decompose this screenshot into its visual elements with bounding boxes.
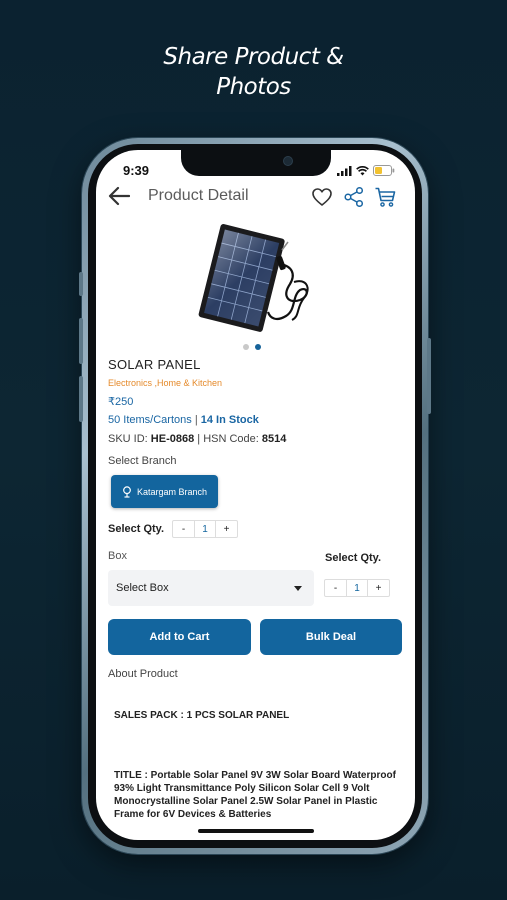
qty-value[interactable]: 1 [194, 521, 216, 537]
page-title: Product Detail [148, 187, 249, 204]
bulk-deal-button[interactable]: Bulk Deal [260, 619, 402, 655]
sku-value: HE-0868 [150, 433, 195, 445]
status-time: 9:39 [123, 163, 150, 178]
product-price: ₹250 [108, 396, 134, 408]
box-quantity-stepper: - 1 + [324, 579, 390, 597]
location-pin-icon [123, 485, 131, 498]
product-category: Electronics ,Home & Kitchen [108, 378, 223, 388]
home-indicator [198, 829, 314, 833]
mute-switch [79, 272, 83, 296]
box-label: Box [108, 550, 127, 562]
promo-title: Share Product & Photos [0, 42, 507, 102]
add-to-cart-button[interactable]: Add to Cart [108, 619, 251, 655]
select-branch-label: Select Branch [108, 455, 177, 467]
notch [181, 150, 331, 176]
wifi-icon [356, 165, 369, 175]
caret-down-icon [294, 586, 302, 591]
battery-icon [373, 165, 395, 176]
heart-icon[interactable] [311, 186, 333, 208]
stock-separator: | [191, 414, 201, 426]
share-icon[interactable] [343, 186, 365, 208]
hsn-label: | HSN Code: [194, 433, 262, 445]
power-button [427, 338, 431, 414]
cart-icon[interactable] [374, 186, 396, 208]
back-arrow-icon[interactable] [108, 186, 130, 206]
carousel-dot-active[interactable] [255, 344, 261, 350]
qty-increment-button[interactable]: + [216, 521, 237, 537]
camera-icon [283, 156, 293, 166]
sku-label: SKU ID: [108, 433, 151, 445]
status-icons [337, 165, 395, 176]
app-header: Product Detail [96, 184, 415, 210]
box-qty-increment-button[interactable]: + [368, 580, 389, 596]
product-sku: SKU ID: HE-0868 | HSN Code: 8514 [108, 433, 286, 445]
branch-button-label: Katargam Branch [136, 486, 208, 497]
select-qty-label: Select Qty. [108, 523, 165, 535]
product-image[interactable] [196, 220, 321, 338]
image-carousel-dots [243, 344, 261, 350]
box-qty-value[interactable]: 1 [346, 580, 368, 596]
volume-down-button [79, 376, 83, 422]
stock-count: 14 In Stock [200, 414, 259, 426]
box-qty-decrement-button[interactable]: - [325, 580, 346, 596]
promo-title-line-1: Share Product & [163, 44, 344, 70]
box-qty-label: Select Qty. [325, 552, 382, 564]
qty-decrement-button[interactable]: - [173, 521, 194, 537]
app-screen: 9:39 Product Detail SOLAR PANEL Electron… [96, 150, 415, 840]
quantity-stepper: - 1 + [172, 520, 238, 538]
product-description: TITLE : Portable Solar Panel 9V 3W Solar… [114, 770, 396, 820]
promo-title-line-2: Photos [216, 74, 291, 100]
branch-button[interactable]: Katargam Branch [111, 475, 218, 508]
volume-up-button [79, 318, 83, 364]
about-product-heading: About Product [108, 668, 178, 680]
items-per-carton: 50 Items/Cartons [108, 414, 192, 426]
product-name: SOLAR PANEL [108, 357, 201, 372]
select-box-value: Select Box [116, 582, 169, 594]
signal-icon [337, 165, 352, 176]
select-box-dropdown[interactable]: Select Box [108, 570, 314, 606]
hsn-value: 8514 [261, 433, 287, 445]
sales-pack-text: SALES PACK : 1 PCS SOLAR PANEL [114, 710, 290, 721]
carousel-dot[interactable] [243, 344, 249, 350]
product-stock: 50 Items/Cartons | 14 In Stock [108, 414, 259, 426]
